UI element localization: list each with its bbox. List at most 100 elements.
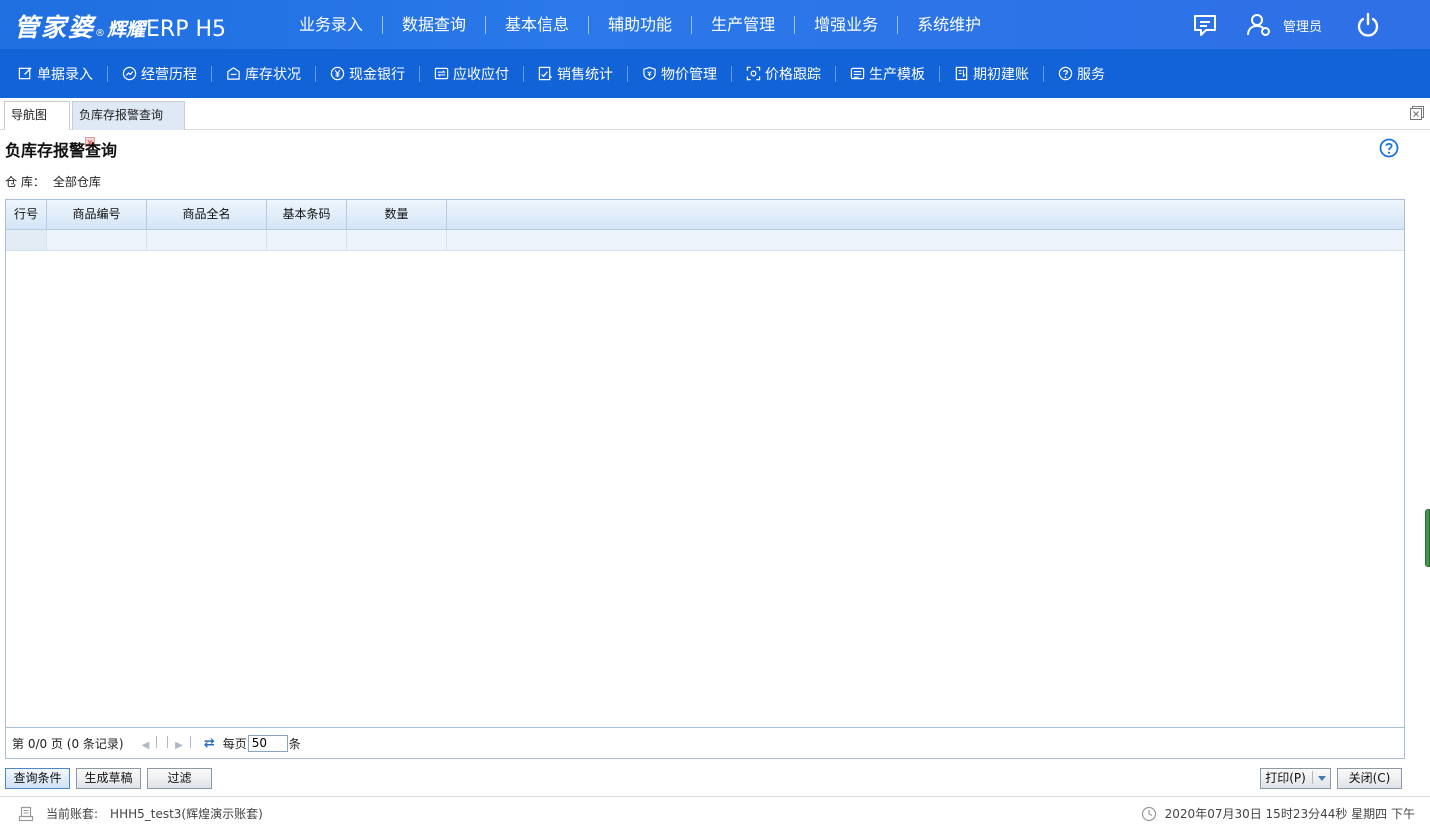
shield-price-icon — [643, 66, 656, 81]
print-split-divider — [1311, 771, 1313, 784]
toolbar-service[interactable]: 服务 — [1048, 64, 1115, 84]
nav-item-production[interactable]: 生产管理 — [692, 15, 796, 34]
toolbar-divider — [939, 65, 940, 82]
user-icon[interactable] — [1245, 11, 1273, 39]
print-dropdown-icon[interactable] — [1317, 776, 1326, 781]
top-header: 管家婆 ® 辉耀 ERP H5 业务录入 数据查询 基本信息 辅助功能 生产管理… — [0, 0, 1430, 49]
data-grid: 行号 商品编号 商品全名 基本条码 数量 第 0/0 页 (0 条记录) ◀ ▶… — [5, 199, 1405, 759]
table-cell — [6, 230, 47, 250]
prev-page-icon[interactable]: ◀ — [142, 740, 150, 751]
toolbar-divider — [835, 65, 836, 82]
warehouse-icon — [227, 67, 240, 80]
toolbar-price-management[interactable]: 物价管理 — [632, 64, 727, 84]
toolbar-divider — [315, 65, 316, 82]
toolbar-production-template[interactable]: 生产模板 — [840, 64, 935, 84]
account-icon — [18, 806, 34, 821]
toolbar-label: 现金银行 — [349, 66, 405, 83]
help-icon[interactable] — [1379, 138, 1399, 158]
nav-item-basic-info[interactable]: 基本信息 — [486, 15, 590, 34]
template-icon — [850, 67, 865, 80]
toolbar-label: 期初建账 — [973, 66, 1029, 83]
account-info: 当前账套: HHH5_test3(辉煌演示账套) — [18, 805, 263, 822]
logo-sub: 辉耀 — [107, 19, 146, 41]
next-page-icon[interactable]: ▶ — [175, 740, 183, 751]
account-value: HHH5_test3(辉煌演示账套) — [110, 807, 263, 821]
tab-label: 负库存报警查询 — [79, 108, 164, 122]
logo: 管家婆 ® 辉耀 ERP H5 — [14, 8, 226, 42]
transfer-icon — [434, 67, 449, 80]
toolbar-label: 单据录入 — [37, 66, 93, 83]
clock-icon — [1141, 806, 1156, 821]
message-icon[interactable] — [1191, 11, 1219, 39]
toolbar-sales-stats[interactable]: 销售统计 — [528, 64, 623, 84]
toolbar-label: 价格跟踪 — [765, 66, 821, 83]
toolbar-divider — [419, 65, 420, 82]
close-all-tabs-icon[interactable] — [1408, 104, 1426, 122]
toolbar-opening-balance[interactable]: 期初建账 — [944, 64, 1039, 84]
column-header-product-name[interactable]: 商品全名 — [147, 200, 267, 229]
nav-item-system[interactable]: 系统维护 — [898, 15, 1000, 34]
logo-main: 管家婆 — [14, 13, 96, 42]
toolbar-price-tracking[interactable]: 价格跟踪 — [736, 64, 831, 84]
username[interactable]: 管理员 — [1283, 16, 1322, 35]
tab-navigation-map[interactable]: 导航图 — [4, 101, 70, 130]
toolbar-label: 销售统计 — [557, 66, 613, 83]
status-bar: 当前账套: HHH5_test3(辉煌演示账套) 2020年07月30日 15时… — [0, 796, 1430, 827]
column-header-row-number[interactable]: 行号 — [6, 200, 47, 229]
chart-circle-icon — [122, 66, 137, 81]
nav-item-data-query[interactable]: 数据查询 — [383, 15, 487, 34]
yen-icon — [330, 66, 345, 81]
toolbar-business-history[interactable]: 经营历程 — [112, 64, 207, 84]
toolbar-label: 服务 — [1077, 66, 1105, 83]
nav-item-business-entry[interactable]: 业务录入 — [280, 15, 384, 34]
close-button[interactable]: 关闭(C) — [1337, 768, 1402, 789]
toolbar-receivable-payable[interactable]: 应收应付 — [424, 64, 519, 84]
grid-header: 行号 商品编号 商品全名 基本条码 数量 — [6, 200, 1404, 230]
datetime-info: 2020年07月30日 15时23分44秒 星期四 下午 — [1141, 805, 1415, 822]
filter-button[interactable]: 过滤 — [147, 768, 212, 789]
pager-nav: ◀ ▶ — [138, 735, 194, 751]
column-header-quantity[interactable]: 数量 — [347, 200, 447, 229]
toolbar-divider — [627, 65, 628, 82]
toolbar-stock-status[interactable]: 库存状况 — [216, 64, 311, 84]
tab-negative-stock-alert[interactable]: 负库存报警查询 — [72, 101, 185, 147]
toolbar-label: 经营历程 — [141, 66, 197, 83]
query-conditions-button[interactable]: 查询条件 — [5, 768, 70, 789]
column-header-barcode[interactable]: 基本条码 — [267, 200, 347, 229]
power-icon[interactable] — [1354, 11, 1382, 39]
print-label: 打印(P) — [1265, 771, 1306, 785]
toolbar-label: 生产模板 — [869, 66, 925, 83]
toolbar-label: 库存状况 — [245, 66, 301, 83]
column-header-product-code[interactable]: 商品编号 — [47, 200, 147, 229]
toolbar-divider — [731, 65, 732, 82]
toolbar-bill-entry[interactable]: 单据录入 — [8, 64, 103, 84]
print-button[interactable]: 打印(P) — [1260, 768, 1331, 789]
warehouse-filter: 仓 库： 全部仓库 — [5, 173, 101, 190]
tab-strip: 导航图 负库存报警查询 — [0, 98, 1430, 147]
nav-item-auxiliary[interactable]: 辅助功能 — [589, 15, 693, 34]
per-page-input[interactable] — [247, 734, 288, 752]
pager: 第 0/0 页 (0 条记录) ◀ ▶ ⇄ 每页 条 — [6, 727, 1404, 758]
refresh-icon[interactable]: ⇄ — [204, 736, 215, 751]
table-cell — [147, 230, 267, 250]
table-cell — [267, 230, 347, 250]
side-panel-handle[interactable] — [1425, 509, 1430, 567]
page-title: 负库存报警查询 — [5, 141, 118, 160]
table-cell — [347, 230, 447, 250]
pager-divider — [167, 735, 169, 748]
toolbar-label: 物价管理 — [661, 66, 717, 83]
edit-icon — [18, 67, 32, 80]
ledger-icon — [955, 66, 968, 81]
toolbar-divider — [107, 65, 108, 82]
column-header-filler — [447, 200, 1404, 229]
table-cell — [47, 230, 147, 250]
main-nav: 业务录入 数据查询 基本信息 辅助功能 生产管理 增强业务 系统维护 — [280, 0, 1000, 49]
help-circle-icon — [1058, 66, 1073, 81]
logo-product: ERP H5 — [146, 17, 227, 42]
generate-draft-button[interactable]: 生成草稿 — [76, 768, 141, 789]
toolbar-cash-bank[interactable]: 现金银行 — [320, 64, 415, 84]
quick-toolbar: 单据录入 经营历程 库存状况 现金银行 应收应付 销售统计 物价管理 价格跟踪 … — [0, 49, 1430, 98]
toolbar-divider — [1043, 65, 1044, 82]
nav-item-enhanced[interactable]: 增强业务 — [795, 15, 899, 34]
table-row[interactable] — [6, 230, 1404, 251]
